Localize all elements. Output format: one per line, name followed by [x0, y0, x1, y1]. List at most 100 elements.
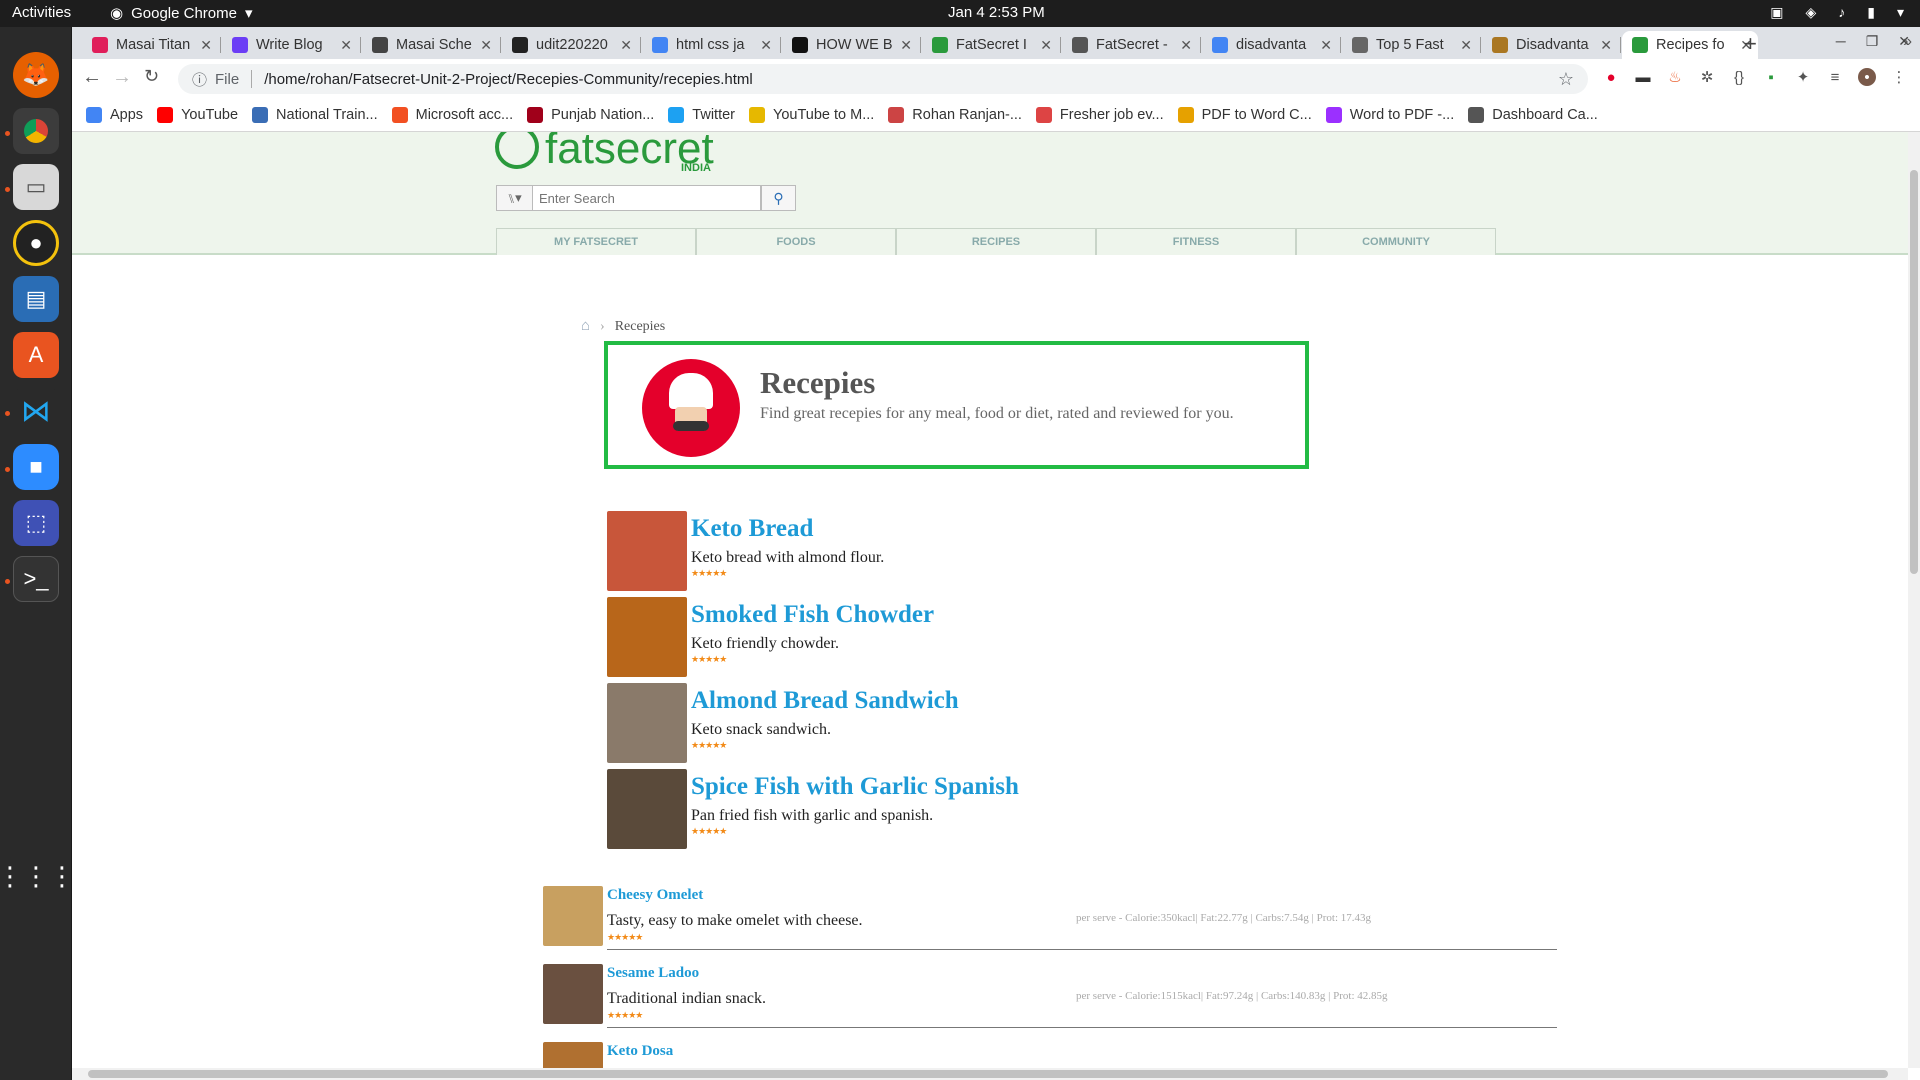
app-menu[interactable]: ◉ Google Chrome ▾: [110, 4, 253, 23]
chrome-icon[interactable]: [13, 108, 59, 154]
nav-item[interactable]: MY FATSECRET: [496, 228, 696, 255]
tab-close-icon[interactable]: ✕: [900, 37, 912, 54]
nav-item[interactable]: FITNESS: [1096, 228, 1296, 255]
tab-close-icon[interactable]: ✕: [620, 37, 632, 54]
code-extension-icon[interactable]: {}: [1730, 68, 1748, 86]
bookmark-item[interactable]: Microsoft acc...: [391, 107, 513, 123]
system-tray[interactable]: ▣ ◈ ♪ ▮ ▾: [1770, 4, 1904, 21]
zoom-tray-icon[interactable]: ▣: [1770, 4, 1783, 21]
tab-1[interactable]: Masai Titan ✕: [82, 31, 218, 59]
nav-item[interactable]: FOODS: [696, 228, 896, 255]
vertical-scrollbar[interactable]: [1908, 132, 1920, 1068]
tab-12[interactable]: Recipes fo ✕: [1622, 31, 1758, 59]
recipe-title-link[interactable]: Cheesy Omelet: [607, 887, 703, 904]
software-center-icon[interactable]: A: [13, 332, 59, 378]
info-icon[interactable]: ⓘ: [192, 69, 207, 90]
bookmarks-overflow-icon[interactable]: »: [1903, 33, 1912, 51]
tab-10[interactable]: Top 5 Fast ✕: [1342, 31, 1478, 59]
recipe-title-link[interactable]: Smoked Fish Chowder: [691, 601, 934, 629]
writer-icon[interactable]: ▤: [13, 276, 59, 322]
tab-close-icon[interactable]: ✕: [760, 37, 772, 54]
forward-icon[interactable]: →: [112, 66, 132, 89]
bookmark-item[interactable]: Punjab Nation...: [527, 107, 654, 123]
recipe-image[interactable]: [543, 886, 603, 946]
tab-5[interactable]: html css ja ✕: [642, 31, 778, 59]
reload-icon[interactable]: ↻: [144, 66, 159, 87]
bookmark-item[interactable]: YouTube: [157, 107, 238, 123]
tab-close-icon[interactable]: ✕: [1180, 37, 1192, 54]
bookmark-item[interactable]: Rohan Ranjan-...: [888, 107, 1022, 123]
tab-2[interactable]: Write Blog ✕: [222, 31, 358, 59]
reading-list-icon[interactable]: ≡: [1826, 68, 1844, 86]
search-input[interactable]: [533, 187, 733, 209]
search-category-dropdown[interactable]: ⑊ ▾: [497, 186, 533, 210]
tab-close-icon[interactable]: ✕: [1460, 37, 1472, 54]
bookmark-item[interactable]: PDF to Word C...: [1177, 107, 1312, 123]
vscode-icon[interactable]: ⋈: [13, 388, 59, 434]
wifi-icon[interactable]: ◈: [1805, 4, 1816, 21]
new-tab-button[interactable]: +: [1744, 31, 1757, 57]
avatar[interactable]: •: [1858, 68, 1876, 86]
tab-close-icon[interactable]: ✕: [480, 37, 492, 54]
bookmark-item[interactable]: Twitter: [668, 107, 735, 123]
address-bar[interactable]: ⓘ File /home/rohan/Fatsecret-Unit-2-Proj…: [178, 64, 1588, 94]
recipe-image[interactable]: [607, 683, 687, 763]
fire-extension-icon[interactable]: ♨: [1666, 68, 1684, 86]
tab-close-icon[interactable]: ✕: [1040, 37, 1052, 54]
opera-extension-icon[interactable]: ●: [1602, 68, 1620, 86]
bookmark-item[interactable]: Fresher job ev...: [1035, 107, 1164, 123]
bookmark-item[interactable]: Dashboard Ca...: [1468, 107, 1598, 123]
bookmark-item[interactable]: National Train...: [252, 107, 378, 123]
bookmark-item[interactable]: Apps: [86, 107, 143, 123]
recipe-title-link[interactable]: Keto Dosa: [607, 1043, 673, 1060]
activities-button[interactable]: Activities: [12, 4, 71, 21]
volume-icon[interactable]: ♪: [1838, 4, 1845, 21]
maximize-icon[interactable]: ❐: [1866, 33, 1879, 50]
recipe-image[interactable]: [607, 769, 687, 849]
recipe-image[interactable]: [607, 511, 687, 591]
firefox-icon[interactable]: 🦊: [13, 52, 59, 98]
minimize-icon[interactable]: ─: [1836, 33, 1846, 50]
tab-7[interactable]: FatSecret I ✕: [922, 31, 1058, 59]
menu-icon[interactable]: ⋮: [1890, 68, 1908, 86]
tab-8[interactable]: FatSecret - ✕: [1062, 31, 1198, 59]
bug-extension-icon[interactable]: ✲: [1698, 68, 1716, 86]
tab-3[interactable]: Masai Sche ✕: [362, 31, 498, 59]
bookmark-item[interactable]: YouTube to M...: [749, 107, 874, 123]
recipe-image[interactable]: [607, 597, 687, 677]
zoom-icon[interactable]: ■: [13, 444, 59, 490]
recipe-title-link[interactable]: Spice Fish with Garlic Spanish: [691, 773, 1019, 801]
bookmark-star-icon[interactable]: ☆: [1558, 69, 1574, 90]
back-icon[interactable]: ←: [82, 66, 102, 89]
mask-extension-icon[interactable]: ▬: [1634, 68, 1652, 86]
scrollbar-thumb[interactable]: [88, 1070, 1888, 1078]
scrollbar-thumb[interactable]: [1910, 170, 1918, 574]
battery-icon[interactable]: ▮: [1867, 4, 1875, 21]
nav-item[interactable]: RECIPES: [896, 228, 1096, 255]
screenshot-icon[interactable]: ⬚: [13, 500, 59, 546]
rhythmbox-icon[interactable]: ●: [13, 220, 59, 266]
puzzle-icon[interactable]: ✦: [1794, 68, 1812, 86]
app-grid-icon[interactable]: ⋮⋮⋮: [0, 853, 75, 899]
recipe-image[interactable]: [543, 964, 603, 1024]
tab-close-icon[interactable]: ✕: [200, 37, 212, 54]
home-icon[interactable]: ⌂: [581, 318, 590, 335]
url-text[interactable]: /home/rohan/Fatsecret-Unit-2-Project/Rec…: [264, 71, 753, 88]
horizontal-scrollbar[interactable]: [72, 1068, 1908, 1080]
recipe-image[interactable]: [543, 1042, 603, 1068]
terminal-icon[interactable]: >_: [13, 556, 59, 602]
files-icon[interactable]: ▭: [13, 164, 59, 210]
tab-4[interactable]: udit220220 ✕: [502, 31, 638, 59]
recipe-title-link[interactable]: Sesame Ladoo: [607, 965, 699, 982]
tab-close-icon[interactable]: ✕: [1320, 37, 1332, 54]
bookmark-item[interactable]: Word to PDF -...: [1325, 107, 1454, 123]
recipe-title-link[interactable]: Keto Bread: [691, 515, 813, 543]
green-extension-icon[interactable]: ▪: [1762, 68, 1780, 86]
search-button[interactable]: ⚲: [761, 185, 796, 211]
tab-9[interactable]: disadvanta ✕: [1202, 31, 1338, 59]
tab-close-icon[interactable]: ✕: [340, 37, 352, 54]
nav-item[interactable]: COMMUNITY: [1296, 228, 1496, 255]
recipe-title-link[interactable]: Almond Bread Sandwich: [691, 687, 959, 715]
clock[interactable]: Jan 4 2:53 PM: [948, 4, 1045, 21]
chevron-down-icon[interactable]: ▾: [1897, 4, 1904, 21]
